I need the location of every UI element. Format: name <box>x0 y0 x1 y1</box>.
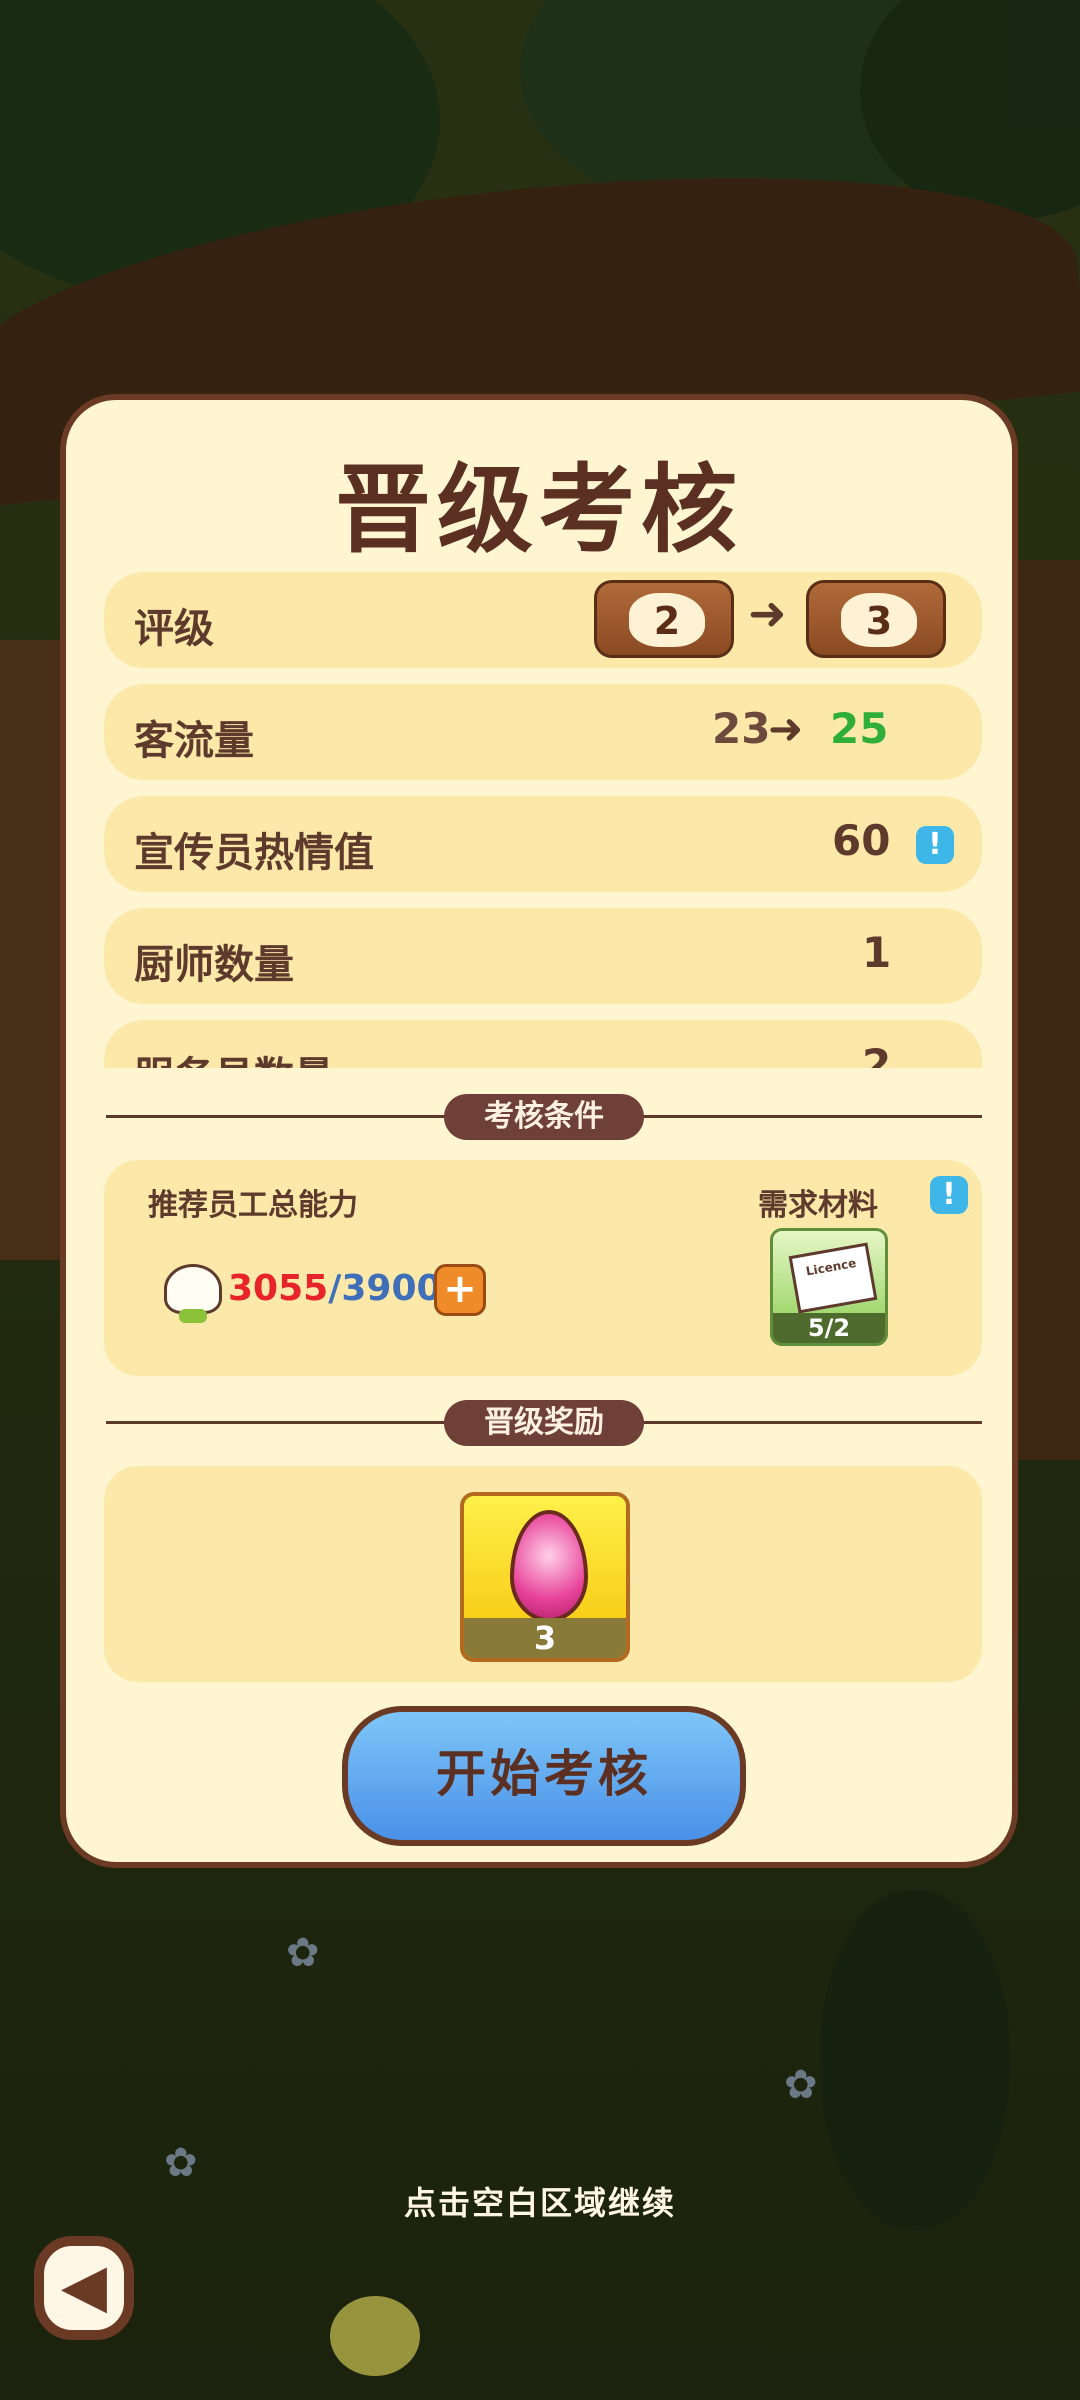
ability-separator: / <box>328 1268 342 1309</box>
waiter-count-value: 2 <box>862 1040 892 1068</box>
material-label: 需求材料 <box>758 1188 878 1223</box>
info-icon[interactable]: ! <box>930 1176 968 1214</box>
bird-rating-icon: 2 <box>629 593 705 647</box>
promotion-dialog: 晋级考核 评级 2 ➜ 3 客流量 23 ➜ 25 宣传员热情值 60 ! 厨师… <box>60 394 1018 1868</box>
info-icon[interactable]: ! <box>916 826 954 864</box>
rating-row: 评级 2 ➜ 3 <box>104 572 982 668</box>
waiter-count-row: 服务员数量 2 <box>104 1020 982 1068</box>
ability-progress: 3055/3900 <box>228 1268 442 1309</box>
material-count: 5/2 <box>773 1313 885 1343</box>
promoter-enthusiasm-value: 60 <box>832 816 891 865</box>
chef-count-label: 厨师数量 <box>134 942 294 988</box>
rating-from-badge: 2 <box>594 580 734 658</box>
reward-box: 3 <box>104 1466 982 1682</box>
conditions-section-label: 考核条件 <box>444 1094 644 1140</box>
add-staff-button[interactable]: + <box>434 1264 486 1316</box>
chef-count-value: 1 <box>862 928 892 977</box>
traffic-to: 25 <box>830 704 889 753</box>
rating-to-badge: 3 <box>806 580 946 658</box>
promoter-enthusiasm-row: 宣传员热情值 60 ! <box>104 796 982 892</box>
licence-icon: Licence <box>788 1242 878 1314</box>
traffic-from: 23 <box>712 704 771 753</box>
chick-character <box>330 2296 420 2376</box>
reward-item[interactable]: 3 <box>460 1492 630 1662</box>
back-arrow-icon[interactable]: ◀ <box>34 2236 134 2340</box>
ability-required: 3900 <box>341 1268 442 1309</box>
promoter-enthusiasm-label: 宣传员热情值 <box>134 830 374 876</box>
traffic-label: 客流量 <box>134 718 254 764</box>
traffic-row: 客流量 23 ➜ 25 <box>104 684 982 780</box>
arrow-right-icon: ➜ <box>748 586 787 640</box>
ability-current: 3055 <box>228 1268 329 1309</box>
licence-material-item[interactable]: Licence 5/2 <box>770 1228 888 1346</box>
chef-hat-icon <box>164 1264 222 1323</box>
ability-label: 推荐员工总能力 <box>148 1188 358 1223</box>
bird-rating-icon: 3 <box>841 593 917 647</box>
rating-label: 评级 <box>134 606 214 652</box>
tap-to-continue-hint[interactable]: 点击空白区域继续 <box>0 2178 1080 2224</box>
dialog-title: 晋级考核 <box>335 454 743 566</box>
conditions-box: 推荐员工总能力 需求材料 ! 3055/3900 + Licence 5/2 <box>104 1160 982 1376</box>
pink-gem-icon <box>510 1510 588 1622</box>
reward-count: 3 <box>464 1618 626 1658</box>
reward-section-label: 晋级奖励 <box>444 1400 644 1446</box>
stats-list[interactable]: 评级 2 ➜ 3 客流量 23 ➜ 25 宣传员热情值 60 ! 厨师数量 1 <box>104 572 982 1068</box>
waiter-count-label: 服务员数量 <box>134 1044 334 1068</box>
start-assessment-button[interactable]: 开始考核 <box>342 1706 746 1846</box>
chef-count-row: 厨师数量 1 <box>104 908 982 1004</box>
arrow-right-icon: ➜ <box>768 704 804 753</box>
